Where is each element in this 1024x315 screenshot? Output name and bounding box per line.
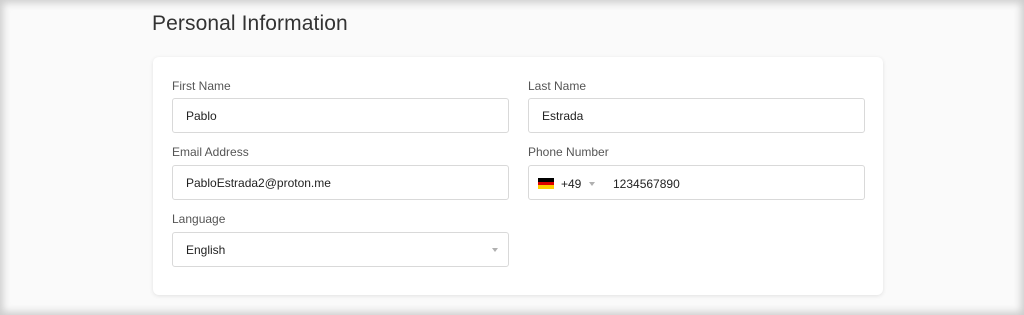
dial-code[interactable]: +49 <box>561 177 581 191</box>
phone-label: Phone Number <box>528 145 609 159</box>
page-title: Personal Information <box>152 12 348 35</box>
language-label: Language <box>172 212 226 226</box>
first-name-value: Pablo <box>186 108 217 123</box>
email-input[interactable]: PabloEstrada2@proton.me <box>172 165 509 200</box>
first-name-input[interactable]: Pablo <box>172 98 509 133</box>
phone-input[interactable]: +49 1234567890 <box>528 165 865 200</box>
email-label: Email Address <box>172 145 249 159</box>
personal-info-card: First Name Pablo Last Name Estrada Email… <box>153 57 883 295</box>
phone-number-value: 1234567890 <box>613 177 680 191</box>
chevron-down-icon[interactable] <box>589 182 595 186</box>
last-name-input[interactable]: Estrada <box>528 98 865 133</box>
language-select[interactable]: English <box>172 232 509 267</box>
chevron-down-icon[interactable] <box>492 248 498 252</box>
email-value: PabloEstrada2@proton.me <box>186 175 331 190</box>
first-name-label: First Name <box>172 79 231 93</box>
last-name-value: Estrada <box>542 108 584 123</box>
flag-stripe <box>538 185 554 189</box>
last-name-label: Last Name <box>528 79 587 93</box>
germany-flag-icon[interactable] <box>538 178 554 189</box>
language-value: English <box>186 242 226 257</box>
page: Personal Information First Name Pablo La… <box>0 0 1024 315</box>
